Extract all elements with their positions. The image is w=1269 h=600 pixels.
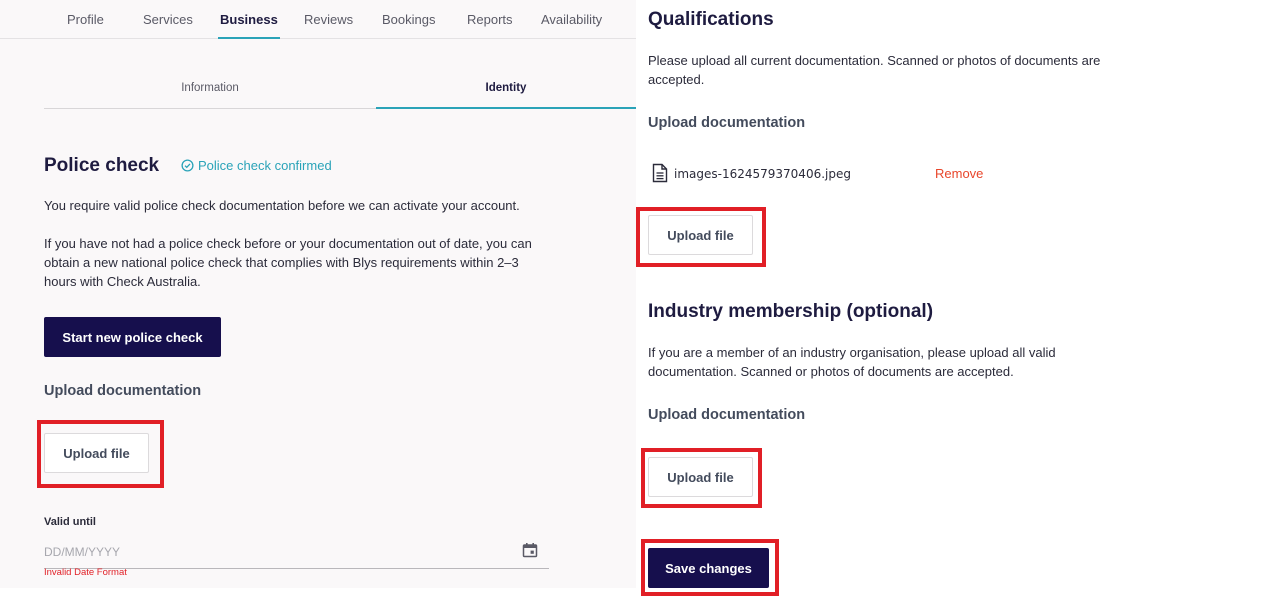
start-police-check-button[interactable]: Start new police check: [44, 317, 221, 357]
valid-until-input[interactable]: [44, 536, 549, 569]
check-circle-icon: [181, 159, 194, 172]
police-upload-button[interactable]: Upload file: [44, 433, 149, 473]
left-panel: Profile Services Business Reviews Bookin…: [0, 0, 636, 588]
police-upload-heading: Upload documentation: [44, 383, 202, 399]
qualifications-description: Please upload all current documentation.…: [648, 53, 1101, 87]
tab-business[interactable]: Business: [218, 12, 280, 39]
industry-upload-button[interactable]: Upload file: [648, 457, 753, 497]
qualifications-upload-button[interactable]: Upload file: [648, 215, 753, 255]
sub-tabs: Information Identity: [44, 74, 636, 109]
main-nav: Profile Services Business Reviews Bookin…: [0, 0, 636, 39]
police-check-status: Police check confirmed: [181, 158, 332, 173]
qualifications-title: Qualifications: [648, 9, 774, 30]
tab-reviews[interactable]: Reviews: [304, 12, 353, 39]
tab-services[interactable]: Services: [143, 12, 193, 39]
valid-until-label: Valid until: [44, 516, 96, 528]
document-icon: [652, 163, 668, 183]
tab-profile[interactable]: Profile: [67, 12, 104, 39]
industry-membership-title: Industry membership (optional): [648, 301, 934, 322]
police-check-title: Police check: [44, 155, 160, 176]
police-check-status-text: Police check confirmed: [198, 158, 332, 173]
industry-description: If you are a member of an industry organ…: [648, 345, 1056, 379]
right-panel: Qualifications Please upload all current…: [636, 0, 1269, 600]
save-changes-button[interactable]: Save changes: [648, 548, 769, 588]
tab-bookings[interactable]: Bookings: [382, 12, 435, 39]
tab-availability[interactable]: Availability: [541, 12, 602, 39]
date-error-text: Invalid Date Format: [44, 567, 127, 578]
qualifications-upload-heading: Upload documentation: [648, 115, 806, 131]
industry-upload-heading: Upload documentation: [648, 407, 806, 423]
uploaded-file-row: images-1624579370406.jpeg Remove: [652, 163, 992, 185]
remove-file-button[interactable]: Remove: [935, 166, 983, 181]
tab-reports[interactable]: Reports: [467, 12, 513, 39]
subtab-information[interactable]: Information: [44, 74, 376, 109]
uploaded-file-name: images-1624579370406.jpeg: [674, 167, 851, 181]
calendar-icon[interactable]: [522, 542, 538, 558]
police-check-intro: You require valid police check documenta…: [44, 198, 520, 213]
police-check-info: If you have not had a police check befor…: [44, 236, 532, 289]
subtab-identity[interactable]: Identity: [376, 74, 636, 109]
